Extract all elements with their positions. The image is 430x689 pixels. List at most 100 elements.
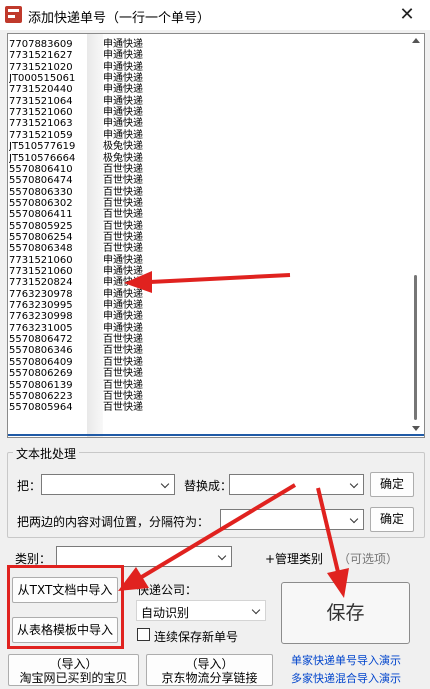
tracking-number: 5570806223 xyxy=(9,390,73,402)
tracking-number: 7731520440 xyxy=(9,84,73,96)
optional-hint: （可选项） xyxy=(338,552,399,566)
list-item: 5570806472 百世快递 xyxy=(9,334,143,345)
save-button[interactable]: 保存 xyxy=(281,582,410,644)
courier-name: 百世快递 xyxy=(103,402,143,414)
list-item: 7731521059 申通快递 xyxy=(9,130,143,141)
list-item: JT000515061 申通快递 xyxy=(9,73,143,84)
tracking-number: 5570806269 xyxy=(9,368,73,380)
scroll-thumb[interactable] xyxy=(414,275,417,420)
import-taobao-button[interactable]: （导入） 淘宝网已买到的宝贝 xyxy=(8,654,139,686)
tracking-number: 5570806472 xyxy=(9,334,73,346)
tracking-number: 7763230998 xyxy=(9,311,73,323)
list-item: 5570806330 百世快递 xyxy=(9,187,143,198)
courier-name: 申通快递 xyxy=(103,118,143,130)
list-item: 5570806223 百世快递 xyxy=(9,391,143,402)
tracking-number: 7731521064 xyxy=(9,95,73,107)
list-item: 7731520440 申通快递 xyxy=(9,84,143,95)
list-item: 7731521063 申通快递 xyxy=(9,118,143,129)
continuous-save-label: 连续保存新单号 xyxy=(154,630,239,644)
chevron-down-icon xyxy=(251,605,261,615)
list-item: JT510576664 极兔快递 xyxy=(9,153,143,164)
tracking-number: 5570806409 xyxy=(9,356,73,368)
tracking-number: 7731521020 xyxy=(9,61,73,73)
courier-value: 自动识别 xyxy=(141,606,190,620)
tracking-number: 7731521627 xyxy=(9,50,73,62)
list-item: 7763230978 申通快递 xyxy=(9,289,143,300)
import-jd-button[interactable]: （导入） 京东物流分享链接 xyxy=(146,654,273,686)
list-item: 7731521020 申通快递 xyxy=(9,62,143,73)
list-item: 5570805964 百世快递 xyxy=(9,402,143,413)
tracking-number: 7731521060 xyxy=(9,254,73,266)
tracking-number: 5570806302 xyxy=(9,197,73,209)
courier-combobox[interactable]: 自动识别 xyxy=(136,600,266,621)
tracking-number: 5570806346 xyxy=(9,345,73,357)
list-item: 7731521060 申通快递 xyxy=(9,107,143,118)
title-bar: 添加快递单号（一行一个单号） ✕ xyxy=(0,0,430,30)
chevron-down-icon xyxy=(160,479,170,489)
courier-name: 申通快递 xyxy=(103,288,143,300)
swap-confirm-button[interactable]: 确定 xyxy=(370,507,414,532)
list-item: 7731521060 申通快递 xyxy=(9,266,143,277)
tracking-number: 5570805925 xyxy=(9,220,73,232)
import-taobao-line2: 淘宝网已买到的宝贝 xyxy=(19,671,128,685)
vertical-scrollbar[interactable] xyxy=(407,34,424,437)
courier-name: 百世快递 xyxy=(103,345,143,357)
tracking-number: 7763230995 xyxy=(9,300,73,312)
courier-name: 百世快递 xyxy=(103,231,143,243)
tracking-number: 7731521060 xyxy=(9,107,73,119)
list-focus-underline xyxy=(8,434,424,436)
scroll-up-icon[interactable] xyxy=(412,38,420,43)
replace-combobox[interactable] xyxy=(229,474,364,495)
tracking-number: 5570806348 xyxy=(9,243,73,255)
courier-name: 百世快递 xyxy=(103,197,143,209)
tracking-number: 7731520824 xyxy=(9,277,73,289)
courier-name: 申通快递 xyxy=(103,84,143,96)
tracking-number: 7731521063 xyxy=(9,118,73,130)
batch-group-title: 文本批处理 xyxy=(13,445,80,462)
import-highlight-box xyxy=(7,565,124,649)
mixed-courier-demo-link[interactable]: 多家快递混合导入演示 xyxy=(291,670,401,686)
list-item: 5570806348 百世快递 xyxy=(9,243,143,254)
courier-name: 百世快递 xyxy=(103,334,143,346)
list-item: 5570806474 百世快递 xyxy=(9,175,143,186)
manage-category-link[interactable]: +管理类别 xyxy=(265,550,323,567)
list-item: 5570806254 百世快递 xyxy=(9,232,143,243)
tracking-number: JT510576664 xyxy=(9,152,76,164)
import-jd-line1: （导入） xyxy=(185,657,234,671)
tracking-number: 7763231005 xyxy=(9,322,73,334)
replace-label: 替换成： xyxy=(184,479,233,493)
continuous-save-checkbox[interactable] xyxy=(137,628,150,641)
courier-name: 百世快递 xyxy=(103,368,143,380)
find-combobox[interactable] xyxy=(41,474,175,495)
single-courier-demo-link[interactable]: 单家快递单号导入演示 xyxy=(291,652,401,668)
courier-name: 百世快递 xyxy=(103,356,143,368)
tracking-number-textarea[interactable]: 7707883609 申通快递 7731521627 申通快递 7731521020 申通… xyxy=(7,33,425,438)
courier-name: 极兔快递 xyxy=(103,152,143,164)
scroll-down-icon[interactable] xyxy=(412,426,420,431)
courier-name: 申通快递 xyxy=(103,254,143,266)
list-item: 7763231005 申通快递 xyxy=(9,323,143,334)
courier-name: 申通快递 xyxy=(103,95,143,107)
courier-name: 百世快递 xyxy=(103,243,143,255)
tracking-number: 7763230978 xyxy=(9,288,73,300)
courier-name: 百世快递 xyxy=(103,220,143,232)
tracking-number: 7731521059 xyxy=(9,129,73,141)
list-item: 5570806409 百世快递 xyxy=(9,357,143,368)
list-item: 5570806302 百世快递 xyxy=(9,198,143,209)
list-item: 7763230995 申通快递 xyxy=(9,300,143,311)
list-item: 5570806139 百世快递 xyxy=(9,380,143,391)
close-button[interactable]: ✕ xyxy=(384,0,430,30)
redaction-blur xyxy=(87,34,103,437)
list-item: 5570806410 百世快递 xyxy=(9,164,143,175)
app-icon xyxy=(5,6,22,23)
category-combobox[interactable] xyxy=(56,546,232,567)
tracking-number: 5570806411 xyxy=(9,209,73,221)
separator-combobox[interactable] xyxy=(220,509,364,530)
replace-confirm-button[interactable]: 确定 xyxy=(370,472,414,497)
courier-name: 申通快递 xyxy=(103,39,143,50)
courier-name: 百世快递 xyxy=(103,163,143,175)
find-label: 把： xyxy=(17,479,42,493)
list-item: 5570806269 百世快递 xyxy=(9,368,143,379)
courier-name: 百世快递 xyxy=(103,379,143,391)
chevron-down-icon xyxy=(349,479,359,489)
